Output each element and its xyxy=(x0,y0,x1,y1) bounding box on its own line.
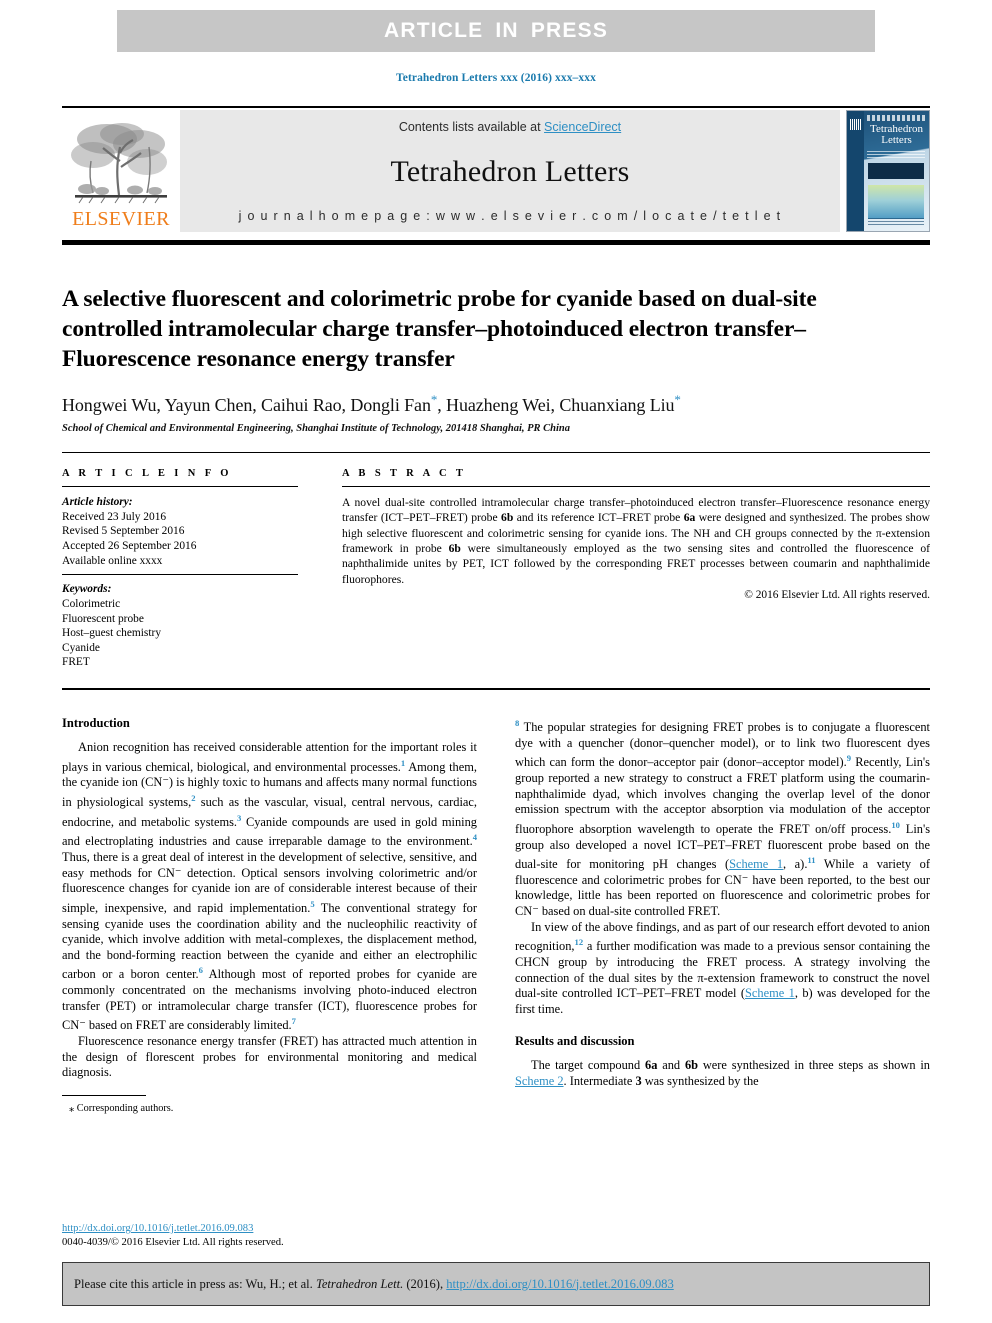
footnote-rule xyxy=(62,1094,146,1096)
masthead-center: Contents lists available at ScienceDirec… xyxy=(180,110,840,232)
abstract-copyright: © 2016 Elsevier Ltd. All rights reserved… xyxy=(744,588,930,601)
keyword-item: Fluorescent probe xyxy=(62,612,144,625)
author-list: Hongwei Wu, Yayun Chen, Caihui Rao, Dong… xyxy=(62,392,890,416)
compound-6b: 6b xyxy=(684,1058,699,1073)
intro-paragraph-2-start: Fluorescence resonance energy transfer (… xyxy=(62,1034,477,1081)
article-in-press-banner: ARTICLE IN PRESS xyxy=(117,10,875,52)
cover-highlight-box xyxy=(868,163,924,179)
ref-marker-12[interactable]: 12 xyxy=(575,937,584,947)
contents-available-line: Contents lists available at ScienceDirec… xyxy=(399,120,621,134)
history-item: Available online xxxx xyxy=(62,554,163,567)
authors-part-1: Hongwei Wu, Yayun Chen, Caihui Rao, Dong… xyxy=(62,395,431,415)
running-head: Tetrahedron Letters xxx (2016) xxx–xxx xyxy=(396,72,596,84)
body-top-rule xyxy=(62,688,930,690)
affiliation: School of Chemical and Environmental Eng… xyxy=(62,423,571,434)
cover-photo xyxy=(868,185,924,219)
corresponding-author-footnote: ⁎ Corresponding authors. xyxy=(69,1102,174,1114)
citation-doi-link[interactable]: http://dx.doi.org/10.1016/j.tetlet.2016.… xyxy=(446,1277,674,1291)
scheme-1-link-a[interactable]: Scheme 1 xyxy=(729,857,783,871)
cover-title: Tetrahedron Letters xyxy=(867,124,926,146)
article-page: ARTICLE IN PRESS Tetrahedron Letters xxx… xyxy=(0,0,992,1323)
sciencedirect-link[interactable]: ScienceDirect xyxy=(544,120,621,134)
abstract-seg-2: and its reference ICT–FRET probe xyxy=(513,511,684,525)
keywords-title: Keywords: xyxy=(62,583,112,596)
abstract-text: A novel dual-site controlled intramolecu… xyxy=(342,495,930,587)
p2-seg-e: , a). xyxy=(783,857,808,872)
authors-part-2: , Huazheng Wei, Chuanxiang Liu xyxy=(437,395,675,415)
elsevier-logo: ELSEVIER xyxy=(62,110,180,232)
doi-block: http://dx.doi.org/10.1016/j.tetlet.2016.… xyxy=(62,1222,492,1249)
history-item: Accepted 26 September 2016 xyxy=(62,539,197,552)
keywords-rule xyxy=(62,574,298,576)
ref-marker-11[interactable]: 11 xyxy=(807,855,815,865)
doi-link[interactable]: http://dx.doi.org/10.1016/j.tetlet.2016.… xyxy=(62,1223,253,1234)
citation-text: Please cite this article in press as: Wu… xyxy=(63,1277,674,1292)
p2-seg-a: Fluorescence resonance energy transfer (… xyxy=(62,1033,477,1080)
body-column-right: 8 The popular strategies for designing F… xyxy=(515,716,930,1236)
journal-cover-thumbnail: Tetrahedron Letters xyxy=(846,110,930,232)
r1-seg-e: was synthesized by the xyxy=(641,1073,759,1088)
contents-prefix-text: Contents lists available at xyxy=(398,120,545,134)
keyword-item: Cyanide xyxy=(62,641,100,654)
r1-seg-b: and xyxy=(657,1058,685,1073)
compound-6a: 6a xyxy=(645,1058,658,1073)
cover-footer-lines xyxy=(868,217,924,225)
history-item: Received 23 July 2016 xyxy=(62,510,167,523)
section-heading-introduction: Introduction xyxy=(62,716,130,730)
abstract-compound-6b-1: 6b xyxy=(501,511,514,525)
article-info-column: A R T I C L E I N F O Article history: R… xyxy=(62,468,298,670)
citation-prefix: Please cite this article in press as: Wu… xyxy=(74,1276,316,1291)
intro-paragraph-1: Anion recognition has received considera… xyxy=(62,740,477,1034)
citation-year: (2016), xyxy=(403,1276,447,1291)
title-block: A selective fluorescent and colorimetric… xyxy=(62,284,890,434)
intro-paragraph-3: In view of the above findings, and as pa… xyxy=(515,920,930,1018)
r1-seg-a: The target compound xyxy=(531,1058,646,1073)
issn-copyright-line: 0040-4039/© 2016 Elsevier Ltd. All right… xyxy=(62,1236,284,1248)
abstract-column: A B S T R A C T A novel dual-site contro… xyxy=(342,468,930,670)
keyword-item: Host–guest chemistry xyxy=(62,627,162,640)
info-section-top-rule xyxy=(62,452,930,454)
intro-paragraph-2-continued: 8 The popular strategies for designing F… xyxy=(515,716,930,920)
citation-footer: Please cite this article in press as: Wu… xyxy=(62,1262,930,1306)
scheme-2-link[interactable]: Scheme 2 xyxy=(515,1074,564,1088)
article-title: A selective fluorescent and colorimetric… xyxy=(62,286,817,372)
keyword-item: Colorimetric xyxy=(62,597,121,610)
results-paragraph-1: The target compound 6a and 6b were synth… xyxy=(515,1058,930,1089)
cover-subtitle-lines xyxy=(867,149,925,158)
body-column-left: Introduction Anion recognition has recei… xyxy=(62,716,477,1236)
history-item: Revised 5 September 2016 xyxy=(62,525,185,538)
cover-top-text xyxy=(867,115,926,121)
journal-masthead: ELSEVIER Contents lists available at Sci… xyxy=(62,110,930,232)
info-abstract-section: A R T I C L E I N F O Article history: R… xyxy=(62,468,930,670)
journal-homepage-line: j o u r n a l h o m e p a g e : w w w . … xyxy=(238,209,782,223)
article-history-title: Article history: xyxy=(62,496,133,509)
elsevier-tree-icon xyxy=(67,117,175,209)
barcode-icon xyxy=(850,119,861,130)
ref-marker-4[interactable]: 4 xyxy=(473,832,477,842)
keywords-group: Keywords: Colorimetric Fluorescent probe… xyxy=(62,582,298,670)
article-history-group: Article history: Received 23 July 2016 R… xyxy=(62,495,298,568)
ref-marker-10[interactable]: 10 xyxy=(891,820,900,830)
citation-journal: Tetrahedron Lett. xyxy=(315,1276,404,1291)
abstract-label: A B S T R A C T xyxy=(342,468,467,479)
article-in-press-label: ARTICLE IN PRESS xyxy=(383,19,609,42)
scheme-1-link-b[interactable]: Scheme 1 xyxy=(745,986,795,1000)
ref-marker-7[interactable]: 7 xyxy=(292,1016,296,1026)
body-columns: Introduction Anion recognition has recei… xyxy=(62,716,930,1236)
article-info-rule xyxy=(62,486,298,488)
abstract-rule xyxy=(342,486,930,488)
masthead-bottom-rule xyxy=(62,240,930,245)
cover-title-line-2: Letters xyxy=(881,134,912,146)
article-info-label: A R T I C L E I N F O xyxy=(62,468,232,479)
abstract-compound-6b-2: 6b xyxy=(448,542,461,556)
corresponding-author-marker-2: * xyxy=(674,392,681,407)
keyword-item: FRET xyxy=(62,656,90,669)
abstract-compound-6a: 6a xyxy=(683,511,696,525)
r1-seg-c: were synthesized in three steps as shown… xyxy=(698,1058,930,1073)
journal-title: Tetrahedron Letters xyxy=(390,154,630,188)
elsevier-wordmark: ELSEVIER xyxy=(72,208,170,230)
masthead-top-rule xyxy=(62,106,930,108)
r1-seg-d: . Intermediate xyxy=(563,1073,636,1088)
section-heading-results: Results and discussion xyxy=(515,1034,635,1049)
